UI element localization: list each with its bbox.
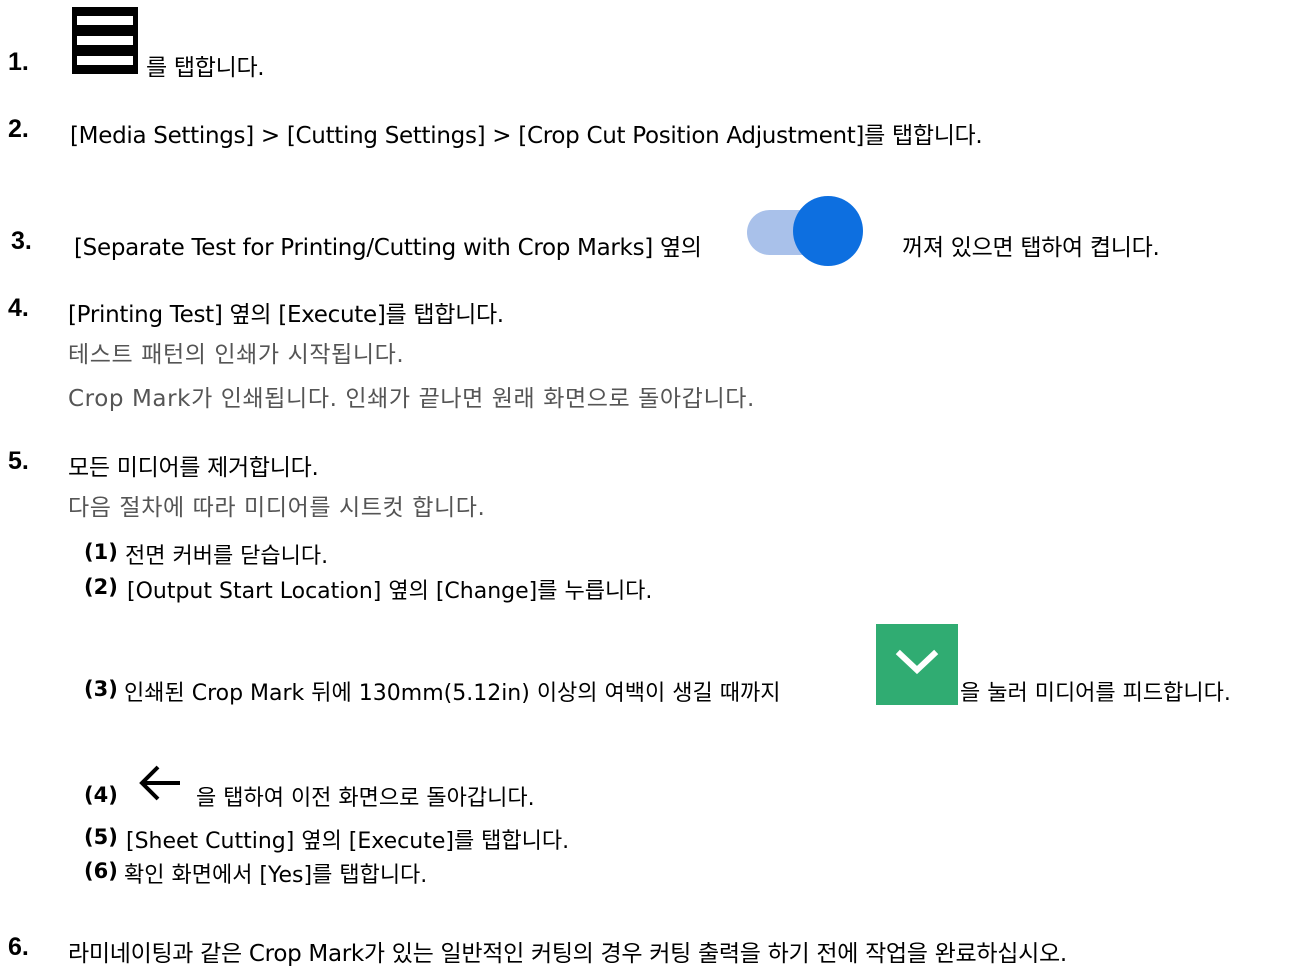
step-5-text: 모든 미디어를 제거합니다. — [68, 455, 319, 481]
substep-2-number: (2) — [84, 575, 118, 599]
substep-3-number: (3) — [84, 677, 118, 701]
step-4-number: 4. — [8, 294, 29, 322]
substep-6-number: (6) — [84, 859, 118, 883]
substep-5-text: [Sheet Cutting] 옆의 [Execute]를 탭합니다. — [126, 829, 570, 854]
substep-6-text: 확인 화면에서 [Yes]를 탭합니다. — [124, 863, 428, 888]
substep-1-text: 전면 커버를 닫습니다. — [125, 544, 329, 569]
step-4-sub-1: 테스트 패턴의 인쇄가 시작됩니다. — [68, 342, 405, 368]
step-5-sub: 다음 절차에 따라 미디어를 시트컷 합니다. — [68, 495, 486, 521]
chevron-down-icon — [895, 649, 939, 675]
toggle-switch-on-icon[interactable] — [745, 196, 865, 268]
step-4-sub-2: Crop Mark가 인쇄됩니다. 인쇄가 끝나면 원래 화면으로 돌아갑니다. — [68, 386, 755, 412]
step-1-number: 1. — [8, 48, 29, 76]
arrow-left-icon[interactable] — [134, 763, 186, 807]
substep-1-number: (1) — [84, 540, 118, 564]
substep-3-text: 인쇄된 Crop Mark 뒤에 130mm(5.12in) 이상의 여백이 생… — [124, 681, 781, 706]
step-3-text: [Separate Test for Printing/Cutting with… — [74, 235, 702, 261]
toggle-knob — [793, 196, 863, 266]
step-6-number: 6. — [8, 933, 29, 961]
feed-button[interactable] — [876, 624, 958, 705]
step-1-text: 를 탭합니다. — [146, 55, 265, 81]
substep-2-text: [Output Start Location] 옆의 [Change]를 누릅니… — [127, 579, 653, 604]
substep-5-number: (5) — [84, 825, 118, 849]
step-2-text: [Media Settings] > [Cutting Settings] > … — [70, 123, 983, 149]
step-3-text-after: 꺼져 있으면 탭하여 켭니다. — [902, 235, 1160, 261]
step-3-number: 3. — [11, 227, 32, 255]
substep-3-text-after: 을 눌러 미디어를 피드합니다. — [960, 681, 1231, 706]
step-5-number: 5. — [8, 447, 29, 475]
substep-4-text: 을 탭하여 이전 화면으로 돌아갑니다. — [196, 786, 535, 811]
step-4-text: [Printing Test] 옆의 [Execute]를 탭합니다. — [68, 302, 504, 328]
substep-4-number: (4) — [84, 783, 118, 807]
menu-icon[interactable] — [72, 7, 138, 74]
step-2-number: 2. — [8, 115, 29, 143]
